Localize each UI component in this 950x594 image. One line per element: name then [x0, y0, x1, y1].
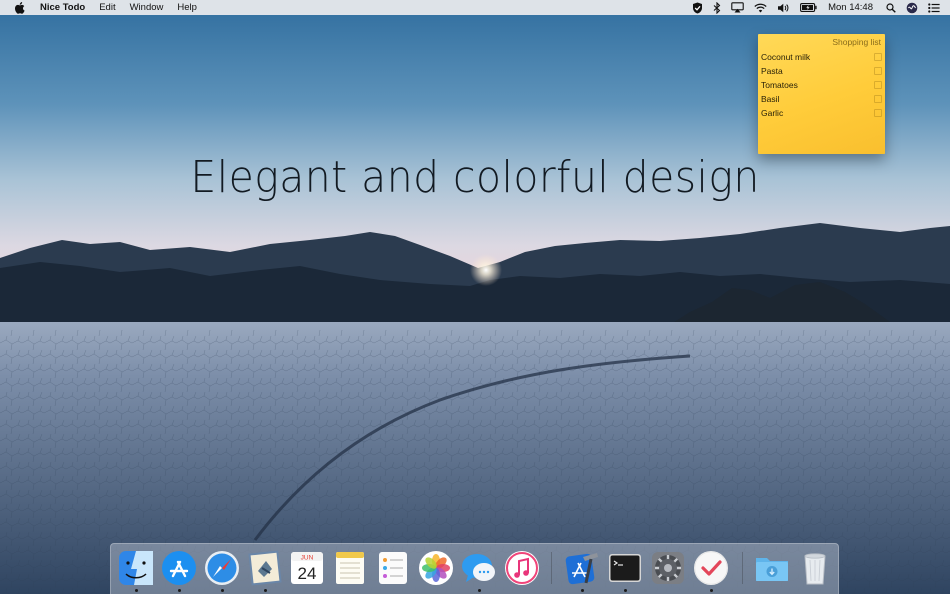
running-indicator — [478, 589, 481, 592]
headline: Elegant and colorful design — [0, 152, 950, 203]
running-indicator — [624, 589, 627, 592]
menu-edit[interactable]: Edit — [92, 0, 122, 15]
menu-bar-clock[interactable]: Mon 14:48 — [822, 2, 881, 13]
running-indicator — [581, 589, 584, 592]
notification-center-icon[interactable] — [923, 0, 950, 15]
trash-icon[interactable] — [796, 549, 834, 587]
note-list: Coconut milk Pasta Tomatoes Basil Garlic — [761, 50, 882, 120]
sticky-note-widget[interactable]: Shopping list Coconut milk Pasta Tomatoe… — [758, 34, 885, 154]
running-indicator — [178, 589, 181, 592]
shield-check-icon[interactable] — [687, 0, 708, 15]
dock-separator — [742, 552, 743, 584]
running-indicator — [264, 589, 267, 592]
list-item[interactable]: Pasta — [761, 64, 882, 78]
menu-bar: Nice Todo Edit Window Help Mon 14:48 — [0, 0, 950, 15]
list-item-label: Garlic — [761, 108, 784, 118]
item-checkbox[interactable] — [874, 53, 882, 61]
messages-icon[interactable] — [460, 549, 498, 587]
item-checkbox[interactable] — [874, 81, 882, 89]
calendar-day: 24 — [298, 564, 317, 583]
menu-window[interactable]: Window — [123, 0, 171, 15]
airplay-icon[interactable] — [726, 0, 749, 15]
item-checkbox[interactable] — [874, 95, 882, 103]
list-item-label: Tomatoes — [761, 80, 798, 90]
list-item[interactable]: Coconut milk — [761, 50, 882, 64]
running-indicator — [710, 589, 713, 592]
calendar-icon[interactable]: JUN 24 — [288, 549, 326, 587]
reminders-icon[interactable] — [374, 549, 412, 587]
calendar-month: JUN — [301, 555, 314, 562]
bluetooth-icon[interactable] — [708, 0, 726, 15]
mail-icon[interactable] — [246, 549, 284, 587]
dock: JUN 24 — [110, 543, 839, 594]
dock-separator — [551, 552, 552, 584]
running-indicator — [221, 589, 224, 592]
list-item-label: Basil — [761, 94, 780, 104]
list-item[interactable]: Basil — [761, 92, 882, 106]
list-item-label: Coconut milk — [761, 52, 811, 62]
wifi-icon[interactable] — [749, 0, 772, 15]
menu-app-name[interactable]: Nice Todo — [35, 0, 92, 15]
app-store-icon[interactable] — [160, 549, 198, 587]
siri-icon[interactable] — [901, 0, 923, 15]
volume-icon[interactable] — [772, 0, 795, 15]
safari-icon[interactable] — [203, 549, 241, 587]
list-item[interactable]: Garlic — [761, 106, 882, 120]
finder-icon[interactable] — [117, 549, 155, 587]
item-checkbox[interactable] — [874, 109, 882, 117]
battery-icon[interactable] — [795, 0, 822, 15]
headline-text: Elegant and colorful design — [190, 152, 760, 203]
note-title: Shopping list — [832, 37, 881, 47]
list-item-label: Pasta — [761, 66, 783, 76]
item-checkbox[interactable] — [874, 67, 882, 75]
running-indicator — [135, 589, 138, 592]
menu-help[interactable]: Help — [170, 0, 204, 15]
terminal-icon[interactable] — [606, 549, 644, 587]
xcode-icon[interactable] — [563, 549, 601, 587]
itunes-icon[interactable] — [503, 549, 541, 587]
notes-icon[interactable] — [331, 549, 369, 587]
apple-menu-icon[interactable] — [13, 0, 26, 15]
nice-todo-icon[interactable] — [692, 549, 730, 587]
downloads-folder-icon[interactable] — [753, 549, 791, 587]
system-preferences-icon[interactable] — [649, 549, 687, 587]
photos-icon[interactable] — [417, 549, 455, 587]
list-item[interactable]: Tomatoes — [761, 78, 882, 92]
spotlight-search-icon[interactable] — [881, 0, 901, 15]
